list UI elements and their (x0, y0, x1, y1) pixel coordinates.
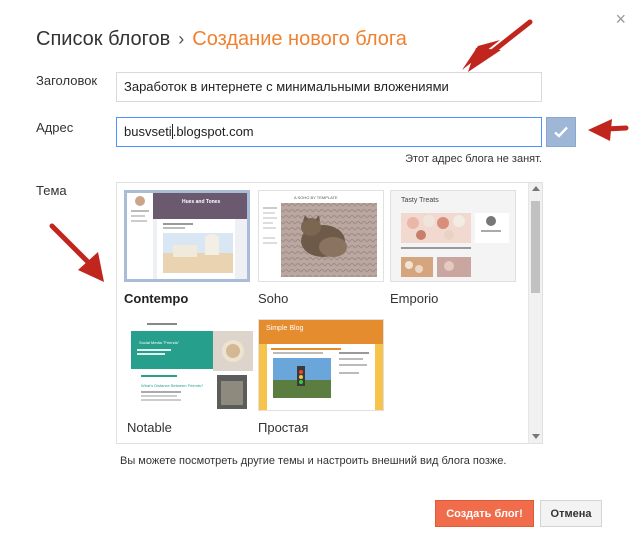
themes-note: Вы можете посмотреть другие темы и настр… (120, 455, 507, 467)
blog-title-input[interactable]: Заработок в интернете с минимальными вло… (116, 72, 542, 102)
arrow-annotation-title (462, 19, 533, 72)
theme-notable[interactable]: Social Media "Friends" What's Distance B… (127, 319, 253, 435)
theme-notable-label: Notable (127, 420, 172, 435)
address-label: Адрес (36, 120, 74, 135)
breadcrumb: Список блогов › Создание нового блога (36, 28, 407, 51)
scrollbar-thumb[interactable] (531, 201, 540, 293)
breadcrumb-separator: › (178, 29, 185, 49)
page-title: Создание нового блога (192, 28, 407, 50)
arrow-annotation-theme (49, 223, 104, 282)
theme-picker[interactable]: Hues and Tones Contempo A SOHO BY TEMPLA… (116, 182, 543, 444)
create-blog-button[interactable]: Создать блог! (435, 500, 534, 527)
theme-contempo[interactable]: Hues and Tones Contempo (124, 190, 250, 306)
address-check-button[interactable] (546, 117, 576, 147)
theme-contempo-thumbnail: Hues and Tones (124, 190, 250, 282)
address-text-after-caret: .blogspot.com (172, 124, 254, 139)
theme-simple[interactable]: Simple Blog Простая (258, 319, 384, 435)
theme-label: Тема (36, 183, 67, 198)
thumbnail-emporio-heading: Tasty Treats (401, 197, 439, 204)
thumbnail-notable-post-title: Social Media "Friends" (139, 340, 180, 345)
theme-emporio[interactable]: Tasty Treats Emporio (390, 190, 516, 306)
breadcrumb-blog-list-link[interactable]: Список блогов (36, 28, 170, 50)
thumbnail-soho-heading: A SOHO BY TEMPLATE (294, 195, 338, 200)
theme-contempo-label: Contempo (124, 291, 189, 306)
title-label: Заголовок (36, 73, 98, 88)
theme-scrollbar[interactable] (528, 183, 542, 443)
theme-emporio-thumbnail: Tasty Treats (390, 190, 516, 282)
theme-soho[interactable]: A SOHO BY TEMPLATE Soho (258, 190, 384, 306)
thumbnail-notable-post-title-2: What's Distance Between Friends? (141, 383, 204, 388)
theme-soho-label: Soho (258, 291, 289, 306)
theme-notable-thumbnail: Social Media "Friends" What's Distance B… (127, 319, 253, 411)
cancel-button[interactable]: Отмена (540, 500, 602, 527)
blog-address-input[interactable]: busvseti.blogspot.com (116, 117, 542, 147)
scroll-down-arrow-icon[interactable] (532, 434, 540, 439)
theme-soho-thumbnail: A SOHO BY TEMPLATE (258, 190, 384, 282)
arrow-annotation-address (588, 119, 629, 141)
close-icon[interactable]: × (615, 10, 626, 28)
scroll-up-arrow-icon[interactable] (532, 186, 540, 191)
checkmark-icon (554, 126, 568, 138)
theme-simple-label: Простая (258, 420, 309, 435)
thumbnail-simple-heading: Simple Blog (266, 325, 304, 332)
theme-emporio-label: Emporio (390, 291, 439, 306)
address-text-before-caret: busvseti (124, 124, 172, 139)
thumbnail-contempo-heading: Hues and Tones (182, 199, 221, 205)
theme-simple-thumbnail: Simple Blog (258, 319, 384, 411)
address-status-text: Этот адрес блога не занят. (405, 153, 542, 165)
